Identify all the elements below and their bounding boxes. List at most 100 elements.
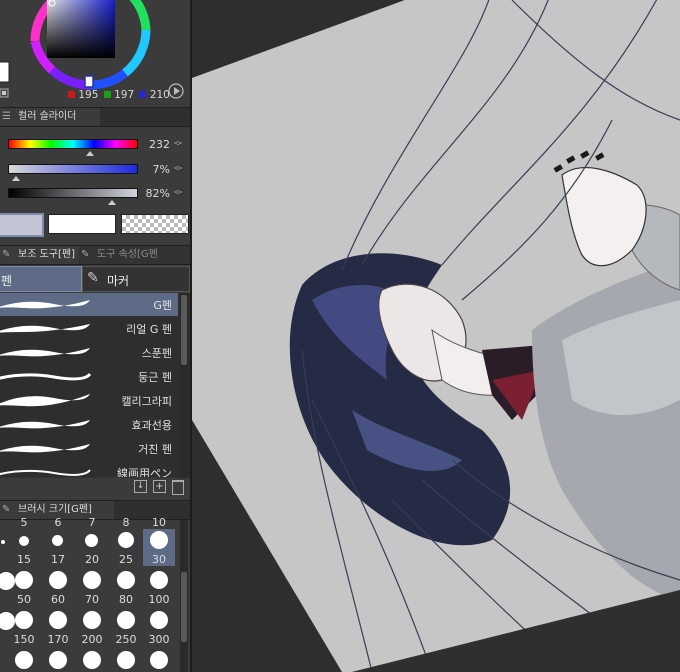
size-label: 250 — [115, 633, 137, 646]
size-cell-100[interactable]: 100 — [143, 569, 175, 606]
download-icon[interactable]: ↓ — [134, 480, 147, 493]
brush-list-scroll-thumb[interactable] — [181, 295, 187, 365]
brush-size-grid: 5 6 7 8 10 15 17 20 25 30 50 60 70 80 10… — [0, 516, 190, 672]
size-cell-partial[interactable] — [110, 649, 142, 672]
brightness-slider-pointer[interactable] — [108, 200, 116, 205]
brightness-slider[interactable] — [8, 188, 138, 198]
size-dot — [150, 531, 168, 549]
size-cell-partial[interactable] — [0, 609, 15, 646]
size-label: 6 — [54, 516, 62, 529]
brush-item-label: 둥근 펜 — [138, 371, 172, 384]
size-dot — [1, 540, 5, 544]
green-value: 197 — [114, 89, 135, 101]
size-cell-250[interactable]: 250 — [110, 609, 142, 646]
size-cell-80[interactable]: 80 — [110, 569, 142, 606]
stroke-preview-icon — [0, 300, 90, 309]
size-cell-60[interactable]: 60 — [42, 569, 74, 606]
brush-size-icon: ✎ — [2, 504, 11, 515]
size-cell-30[interactable]: 30 — [143, 529, 175, 566]
size-cell-partial[interactable] — [0, 569, 15, 606]
artwork[interactable] — [192, 0, 680, 672]
brush-item-spoon-pen[interactable]: 스푼펜 — [0, 341, 178, 365]
size-dot — [83, 571, 101, 589]
saturation-value-square[interactable] — [47, 0, 115, 58]
size-cell-15[interactable]: 15 — [8, 529, 40, 566]
size-cell-170[interactable]: 170 — [42, 609, 74, 646]
brightness-value: 82% — [145, 187, 170, 200]
size-cell-25[interactable]: 25 — [110, 529, 142, 566]
size-label: 50 — [17, 593, 31, 606]
brush-item-label: G펜 — [153, 299, 172, 312]
transparent-color-swatch[interactable] — [121, 214, 189, 234]
play-circle-icon[interactable] — [168, 83, 184, 99]
current-color-swatch[interactable] — [0, 61, 10, 83]
hue-stepper[interactable]: ︿ ﹀ — [174, 137, 184, 151]
brush-size-scrollbar[interactable] — [180, 520, 188, 672]
tab-tool-property[interactable]: ✎ 도구 속성[G펜 — [79, 246, 190, 264]
trash-icon[interactable] — [172, 480, 184, 495]
size-label: 25 — [119, 553, 133, 566]
color-wheel-panel: 195 197 210 — [0, 0, 190, 106]
size-dot — [85, 534, 98, 547]
drawing-canvas[interactable] — [192, 0, 680, 672]
size-label: 80 — [119, 593, 133, 606]
size-cell-50[interactable]: 50 — [8, 569, 40, 606]
group-marker-button[interactable]: ✎ 마커 — [82, 266, 190, 292]
size-cell-20[interactable]: 20 — [76, 529, 108, 566]
size-label: 170 — [47, 633, 69, 646]
sliders-icon: ☰ — [2, 111, 11, 122]
hue-cursor[interactable] — [84, 75, 94, 88]
hue-slider[interactable] — [8, 139, 138, 149]
size-cell-150[interactable]: 150 — [8, 609, 40, 646]
brush-item-label: 리얼 G 펜 — [126, 323, 172, 336]
brush-list-scrollbar[interactable] — [180, 293, 188, 477]
size-cell-partial[interactable] — [42, 649, 74, 672]
tab-brush-size-label: 브러시 크기[G펜] — [18, 504, 92, 515]
size-cell-200[interactable]: 200 — [76, 609, 108, 646]
size-dot — [52, 535, 63, 546]
saturation-slider-pointer[interactable] — [12, 176, 20, 181]
brush-item-effect-line[interactable]: 효과선용 — [0, 413, 178, 437]
tab-color-slider[interactable]: ☰ 컬러 슬라이더 — [0, 108, 100, 126]
brightness-stepper[interactable]: ︿ ﹀ — [174, 186, 184, 200]
brush-item-lineart-pen[interactable]: 線画用ペン — [0, 461, 178, 478]
brush-item-calligraphy[interactable]: 캘리그라피 — [0, 389, 178, 413]
main-color-swatch[interactable] — [0, 213, 44, 237]
brush-item-rough-pen[interactable]: 거친 펜 — [0, 437, 178, 461]
size-label: 10 — [152, 516, 166, 529]
size-cell-300[interactable]: 300 — [143, 609, 175, 646]
swap-colors-icon[interactable] — [0, 88, 9, 98]
size-label: 8 — [122, 516, 130, 529]
brush-item-label: 線画用ペン — [117, 467, 172, 478]
size-cell-70[interactable]: 70 — [76, 569, 108, 606]
size-cell-partial[interactable] — [0, 529, 7, 566]
group-pen-button[interactable]: 펜 — [0, 266, 82, 292]
size-cell-17[interactable]: 17 — [42, 529, 74, 566]
group-marker-label: 마커 — [107, 274, 130, 288]
size-dot — [83, 651, 101, 669]
size-dot — [150, 651, 168, 669]
brush-item-round-pen[interactable]: 둥근 펜 — [0, 365, 178, 389]
size-dot — [15, 651, 33, 669]
saturation-stepper[interactable]: ︿ ﹀ — [174, 162, 184, 176]
tab-sub-tool-label: 보조 도구[펜] — [18, 249, 75, 260]
rgb-readout: 195 197 210 — [68, 89, 170, 101]
red-square-icon — [68, 91, 75, 98]
size-cell-partial[interactable] — [76, 649, 108, 672]
size-cell-partial[interactable] — [8, 649, 40, 672]
brush-item-g-pen[interactable]: G펜 — [0, 293, 178, 317]
brush-size-scroll-thumb[interactable] — [181, 572, 187, 642]
sub-color-swatch[interactable] — [48, 214, 116, 234]
size-label: 100 — [148, 593, 170, 606]
brush-item-real-g-pen[interactable]: 리얼 G 펜 — [0, 317, 178, 341]
size-dot — [83, 611, 101, 629]
duplicate-icon[interactable]: + — [153, 480, 166, 493]
size-dot — [19, 536, 29, 546]
saturation-slider[interactable] — [8, 164, 138, 174]
stroke-preview-icon — [0, 394, 90, 407]
size-cell-partial[interactable] — [143, 649, 175, 672]
size-label: 7 — [88, 516, 96, 529]
stroke-preview-icon — [0, 444, 90, 453]
hue-slider-pointer[interactable] — [86, 151, 94, 156]
size-dot — [15, 611, 33, 629]
